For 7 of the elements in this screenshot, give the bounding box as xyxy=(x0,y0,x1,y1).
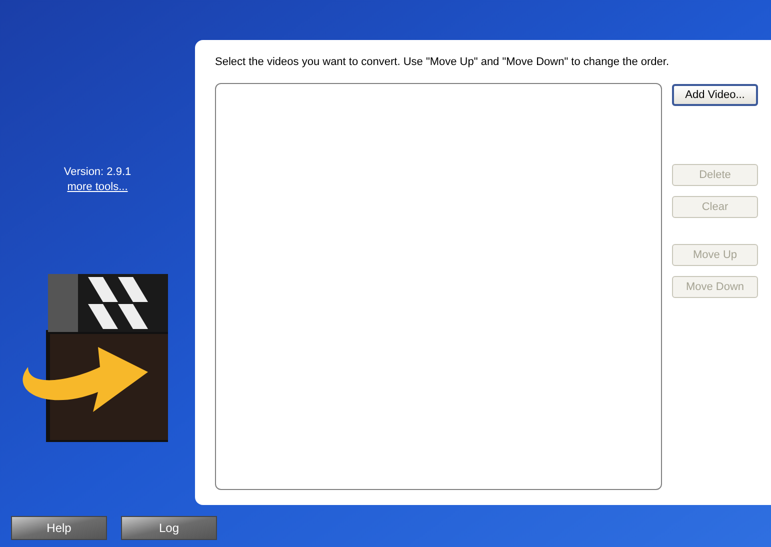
bottom-button[interactable]: Help xyxy=(11,516,107,540)
side-button[interactable]: Add Video... xyxy=(672,84,758,106)
bottom-button[interactable]: Log xyxy=(121,516,217,540)
instruction-text: Select the videos you want to convert. Use "Move Up" and "Move Down" to change the order. xyxy=(215,55,670,69)
video-list[interactable] xyxy=(215,83,662,490)
version-label: Version: 2.9.1 xyxy=(64,165,132,180)
more-tools-link[interactable]: more tools... xyxy=(67,180,128,195)
